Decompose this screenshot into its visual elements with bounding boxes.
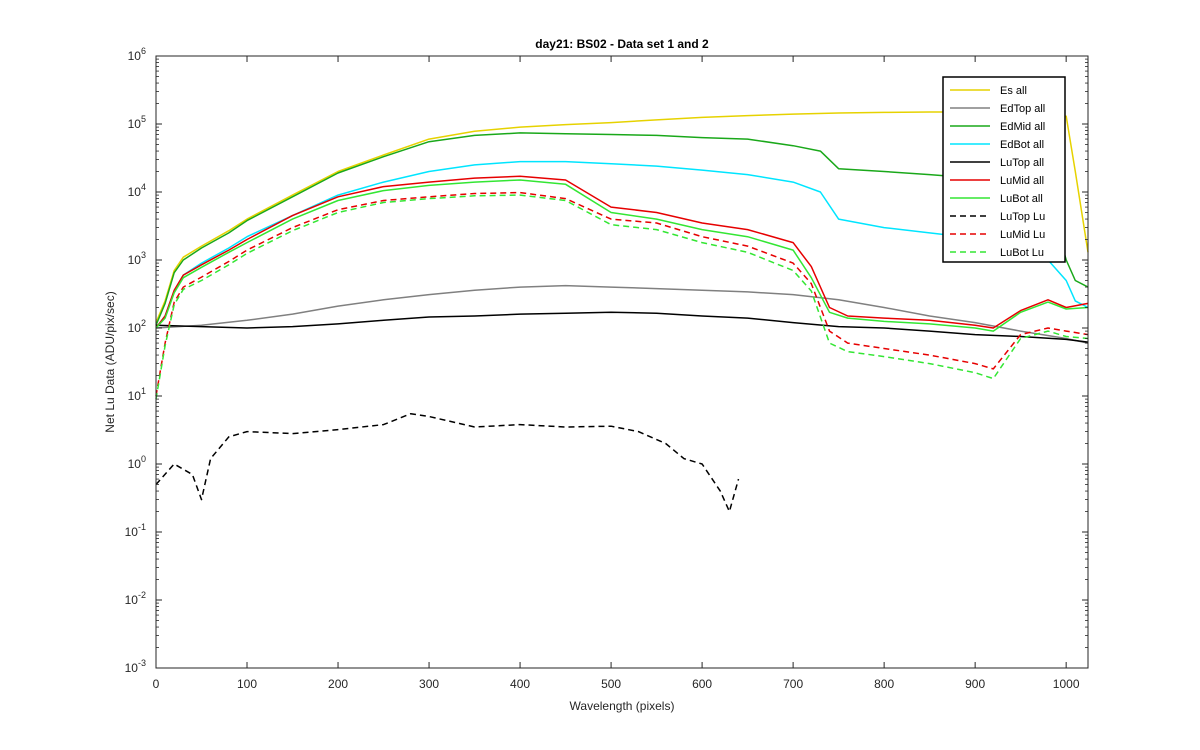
y-tick-exponent: 0 [141,454,146,464]
y-tick-exponent: 6 [141,46,146,56]
y-tick-base: 10 [128,389,142,403]
y-axis-label: Net Lu Data (ADU/pix/sec) [103,291,117,432]
y-tick-base: 10 [128,253,142,267]
y-tick-base: 10 [128,49,142,63]
legend-label: EdBot all [1000,139,1044,151]
x-tick-label: 0 [153,677,160,691]
x-tick-label: 600 [692,677,712,691]
y-tick-exponent: 2 [141,318,146,328]
y-tick-exponent: 1 [141,386,146,396]
y-tick-base: 10 [128,185,142,199]
legend-label: LuTop all [1000,157,1044,169]
y-tick-exponent: -2 [138,590,146,600]
y-tick-base: 10 [125,525,139,539]
y-tick-base: 10 [128,321,142,335]
x-axis-label: Wavelength (pixels) [570,699,675,713]
x-tick-label: 500 [601,677,621,691]
y-tick-exponent: 4 [141,182,146,192]
x-tick-label: 1000 [1053,677,1080,691]
y-tick-base: 10 [125,593,139,607]
x-tick-label: 700 [783,677,803,691]
y-tick-base: 10 [128,117,142,131]
y-tick-exponent: 5 [141,114,146,124]
legend-label: Es all [1000,85,1027,97]
x-tick-label: 200 [328,677,348,691]
legend-label: LuBot all [1000,193,1043,205]
y-tick-exponent: -3 [138,658,146,668]
legend: Es all EdTop all EdMid all EdBot all LuTop a… [942,76,1066,263]
legend-label: LuBot Lu [1000,247,1044,259]
legend-label: LuMid Lu [1000,229,1045,241]
chart-title: day21: BS02 - Data set 1 and 2 [535,37,709,51]
y-tick-exponent: 3 [141,250,146,260]
x-tick-label: 300 [419,677,439,691]
x-tick-label: 400 [510,677,530,691]
y-tick-exponent: -1 [138,522,146,532]
legend-label: EdTop all [1000,103,1045,115]
x-tick-label: 900 [965,677,985,691]
legend-label: LuMid all [1000,175,1044,187]
y-tick-base: 10 [125,661,139,675]
x-tick-label: 800 [874,677,894,691]
legend-label: EdMid all [1000,121,1045,133]
chart: 0 100 200 300 400 500 600 700 800 900 1000 10-310-… [0,0,1200,750]
x-tick-label: 100 [237,677,257,691]
y-tick-base: 10 [128,457,142,471]
legend-label: LuTop Lu [1000,211,1045,223]
